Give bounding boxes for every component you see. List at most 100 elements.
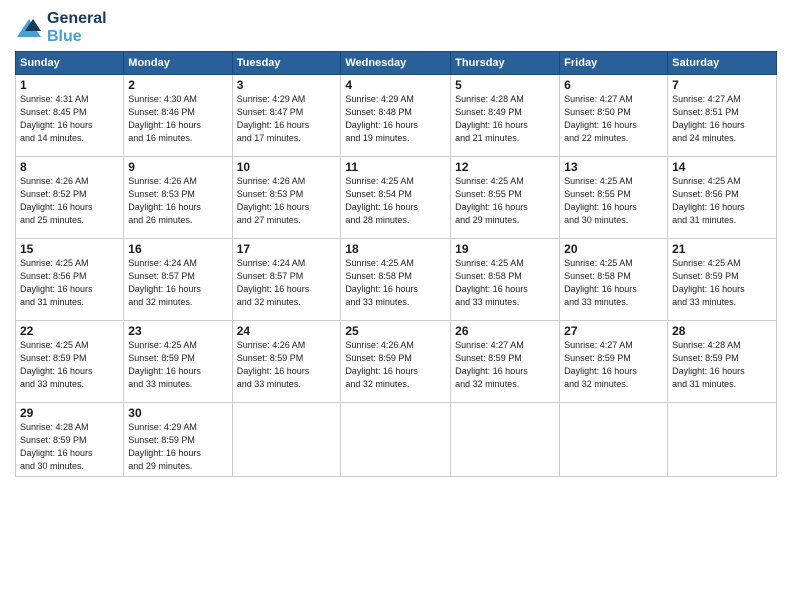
calendar-cell [232, 403, 341, 477]
day-info: Sunrise: 4:25 AM Sunset: 8:59 PM Dayligh… [128, 339, 227, 391]
day-info: Sunrise: 4:25 AM Sunset: 8:55 PM Dayligh… [455, 175, 555, 227]
calendar-cell: 20Sunrise: 4:25 AM Sunset: 8:58 PM Dayli… [560, 239, 668, 321]
calendar-cell: 2Sunrise: 4:30 AM Sunset: 8:46 PM Daylig… [124, 75, 232, 157]
day-number: 28 [672, 324, 772, 338]
calendar-cell: 16Sunrise: 4:24 AM Sunset: 8:57 PM Dayli… [124, 239, 232, 321]
calendar-cell: 12Sunrise: 4:25 AM Sunset: 8:55 PM Dayli… [451, 157, 560, 239]
day-info: Sunrise: 4:27 AM Sunset: 8:51 PM Dayligh… [672, 93, 772, 145]
col-header-tuesday: Tuesday [232, 52, 341, 75]
col-header-friday: Friday [560, 52, 668, 75]
calendar-cell: 23Sunrise: 4:25 AM Sunset: 8:59 PM Dayli… [124, 321, 232, 403]
day-info: Sunrise: 4:25 AM Sunset: 8:59 PM Dayligh… [20, 339, 119, 391]
calendar-week-row: 29Sunrise: 4:28 AM Sunset: 8:59 PM Dayli… [16, 403, 777, 477]
col-header-wednesday: Wednesday [341, 52, 451, 75]
day-info: Sunrise: 4:25 AM Sunset: 8:58 PM Dayligh… [564, 257, 663, 309]
day-number: 23 [128, 324, 227, 338]
day-info: Sunrise: 4:26 AM Sunset: 8:59 PM Dayligh… [345, 339, 446, 391]
calendar-cell: 26Sunrise: 4:27 AM Sunset: 8:59 PM Dayli… [451, 321, 560, 403]
day-info: Sunrise: 4:25 AM Sunset: 8:56 PM Dayligh… [20, 257, 119, 309]
day-number: 14 [672, 160, 772, 174]
day-info: Sunrise: 4:31 AM Sunset: 8:45 PM Dayligh… [20, 93, 119, 145]
day-info: Sunrise: 4:25 AM Sunset: 8:54 PM Dayligh… [345, 175, 446, 227]
day-number: 2 [128, 78, 227, 92]
day-info: Sunrise: 4:29 AM Sunset: 8:59 PM Dayligh… [128, 421, 227, 473]
col-header-saturday: Saturday [668, 52, 777, 75]
calendar-cell: 8Sunrise: 4:26 AM Sunset: 8:52 PM Daylig… [16, 157, 124, 239]
day-info: Sunrise: 4:25 AM Sunset: 8:56 PM Dayligh… [672, 175, 772, 227]
day-info: Sunrise: 4:28 AM Sunset: 8:49 PM Dayligh… [455, 93, 555, 145]
day-info: Sunrise: 4:28 AM Sunset: 8:59 PM Dayligh… [20, 421, 119, 473]
day-number: 9 [128, 160, 227, 174]
day-info: Sunrise: 4:26 AM Sunset: 8:59 PM Dayligh… [237, 339, 337, 391]
day-number: 11 [345, 160, 446, 174]
calendar-cell: 6Sunrise: 4:27 AM Sunset: 8:50 PM Daylig… [560, 75, 668, 157]
day-number: 15 [20, 242, 119, 256]
calendar-week-row: 1Sunrise: 4:31 AM Sunset: 8:45 PM Daylig… [16, 75, 777, 157]
day-number: 21 [672, 242, 772, 256]
day-info: Sunrise: 4:28 AM Sunset: 8:59 PM Dayligh… [672, 339, 772, 391]
day-number: 19 [455, 242, 555, 256]
day-info: Sunrise: 4:27 AM Sunset: 8:50 PM Dayligh… [564, 93, 663, 145]
col-header-thursday: Thursday [451, 52, 560, 75]
col-header-sunday: Sunday [16, 52, 124, 75]
day-number: 16 [128, 242, 227, 256]
calendar-cell: 21Sunrise: 4:25 AM Sunset: 8:59 PM Dayli… [668, 239, 777, 321]
day-number: 30 [128, 406, 227, 420]
logo: General Blue [15, 10, 107, 45]
day-info: Sunrise: 4:25 AM Sunset: 8:59 PM Dayligh… [672, 257, 772, 309]
calendar-cell [341, 403, 451, 477]
day-info: Sunrise: 4:30 AM Sunset: 8:46 PM Dayligh… [128, 93, 227, 145]
calendar-cell: 18Sunrise: 4:25 AM Sunset: 8:58 PM Dayli… [341, 239, 451, 321]
day-number: 26 [455, 324, 555, 338]
calendar-cell: 5Sunrise: 4:28 AM Sunset: 8:49 PM Daylig… [451, 75, 560, 157]
calendar-cell: 9Sunrise: 4:26 AM Sunset: 8:53 PM Daylig… [124, 157, 232, 239]
day-number: 25 [345, 324, 446, 338]
calendar-cell: 14Sunrise: 4:25 AM Sunset: 8:56 PM Dayli… [668, 157, 777, 239]
day-number: 8 [20, 160, 119, 174]
calendar-header-row: SundayMondayTuesdayWednesdayThursdayFrid… [16, 52, 777, 75]
calendar-cell: 29Sunrise: 4:28 AM Sunset: 8:59 PM Dayli… [16, 403, 124, 477]
day-number: 4 [345, 78, 446, 92]
day-info: Sunrise: 4:25 AM Sunset: 8:58 PM Dayligh… [345, 257, 446, 309]
calendar-cell: 11Sunrise: 4:25 AM Sunset: 8:54 PM Dayli… [341, 157, 451, 239]
day-info: Sunrise: 4:25 AM Sunset: 8:58 PM Dayligh… [455, 257, 555, 309]
day-info: Sunrise: 4:24 AM Sunset: 8:57 PM Dayligh… [237, 257, 337, 309]
page: General Blue SundayMondayTuesdayWednesda… [0, 0, 792, 612]
logo-icon [15, 17, 43, 39]
calendar-week-row: 15Sunrise: 4:25 AM Sunset: 8:56 PM Dayli… [16, 239, 777, 321]
calendar-cell: 27Sunrise: 4:27 AM Sunset: 8:59 PM Dayli… [560, 321, 668, 403]
calendar-cell: 1Sunrise: 4:31 AM Sunset: 8:45 PM Daylig… [16, 75, 124, 157]
calendar-cell: 19Sunrise: 4:25 AM Sunset: 8:58 PM Dayli… [451, 239, 560, 321]
day-info: Sunrise: 4:26 AM Sunset: 8:53 PM Dayligh… [128, 175, 227, 227]
day-info: Sunrise: 4:25 AM Sunset: 8:55 PM Dayligh… [564, 175, 663, 227]
col-header-monday: Monday [124, 52, 232, 75]
calendar-cell: 17Sunrise: 4:24 AM Sunset: 8:57 PM Dayli… [232, 239, 341, 321]
day-number: 27 [564, 324, 663, 338]
day-number: 3 [237, 78, 337, 92]
day-number: 12 [455, 160, 555, 174]
calendar-table: SundayMondayTuesdayWednesdayThursdayFrid… [15, 51, 777, 477]
calendar-cell: 22Sunrise: 4:25 AM Sunset: 8:59 PM Dayli… [16, 321, 124, 403]
day-number: 29 [20, 406, 119, 420]
calendar-week-row: 8Sunrise: 4:26 AM Sunset: 8:52 PM Daylig… [16, 157, 777, 239]
day-number: 10 [237, 160, 337, 174]
day-number: 5 [455, 78, 555, 92]
calendar-cell: 10Sunrise: 4:26 AM Sunset: 8:53 PM Dayli… [232, 157, 341, 239]
calendar-cell: 24Sunrise: 4:26 AM Sunset: 8:59 PM Dayli… [232, 321, 341, 403]
day-number: 7 [672, 78, 772, 92]
calendar-cell: 30Sunrise: 4:29 AM Sunset: 8:59 PM Dayli… [124, 403, 232, 477]
calendar-cell: 4Sunrise: 4:29 AM Sunset: 8:48 PM Daylig… [341, 75, 451, 157]
calendar-cell: 15Sunrise: 4:25 AM Sunset: 8:56 PM Dayli… [16, 239, 124, 321]
day-info: Sunrise: 4:27 AM Sunset: 8:59 PM Dayligh… [564, 339, 663, 391]
day-info: Sunrise: 4:26 AM Sunset: 8:52 PM Dayligh… [20, 175, 119, 227]
day-number: 1 [20, 78, 119, 92]
day-info: Sunrise: 4:24 AM Sunset: 8:57 PM Dayligh… [128, 257, 227, 309]
calendar-cell: 13Sunrise: 4:25 AM Sunset: 8:55 PM Dayli… [560, 157, 668, 239]
calendar-cell [668, 403, 777, 477]
calendar-cell: 3Sunrise: 4:29 AM Sunset: 8:47 PM Daylig… [232, 75, 341, 157]
day-info: Sunrise: 4:26 AM Sunset: 8:53 PM Dayligh… [237, 175, 337, 227]
day-number: 6 [564, 78, 663, 92]
day-number: 18 [345, 242, 446, 256]
day-info: Sunrise: 4:27 AM Sunset: 8:59 PM Dayligh… [455, 339, 555, 391]
day-info: Sunrise: 4:29 AM Sunset: 8:47 PM Dayligh… [237, 93, 337, 145]
